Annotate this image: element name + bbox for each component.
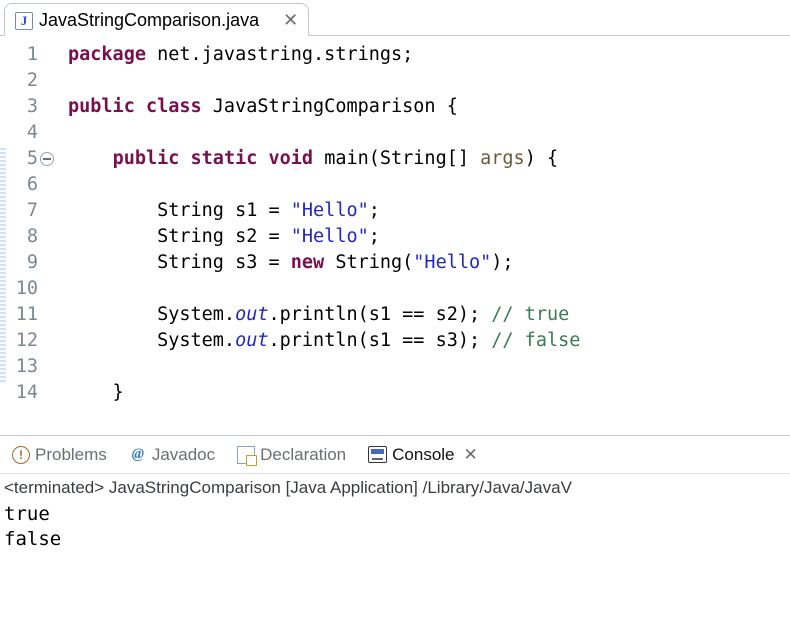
fold-toggle-icon[interactable] [40,152,54,166]
code-line[interactable] [68,354,580,380]
declaration-icon [237,446,255,464]
tab-javadoc[interactable]: Javadoc [123,441,221,469]
line-number: 2 [2,68,42,94]
code-line[interactable]: String s1 = "Hello"; [68,198,580,224]
line-number: 5 [2,146,42,172]
line-number: 6 [2,172,42,198]
code-line[interactable] [68,276,580,302]
line-number: 12 [2,328,42,354]
code-line[interactable]: System.out.println(s1 == s3); // false [68,328,580,354]
tab-console[interactable]: Console ✕ [362,441,484,469]
javadoc-icon [129,446,147,464]
line-number: 14 [2,380,42,406]
editor-tab-bar: J JavaStringComparison.java ✕ [0,0,790,36]
code-line[interactable]: } [68,380,580,406]
code-content[interactable]: package net.javastring.strings; public c… [48,36,580,435]
problems-icon [12,446,30,464]
line-number: 1 [2,42,42,68]
tab-problems[interactable]: Problems [6,441,113,469]
java-file-icon: J [15,12,33,30]
close-icon[interactable]: ✕ [283,10,298,31]
line-number: 4 [2,120,42,146]
line-number: 3 [2,94,42,120]
code-line[interactable] [68,68,580,94]
tab-javadoc-label: Javadoc [152,445,215,465]
tab-declaration[interactable]: Declaration [231,441,352,469]
code-line[interactable] [68,120,580,146]
views-tab-bar: Problems Javadoc Declaration Console ✕ [0,436,790,474]
code-line[interactable]: String s2 = "Hello"; [68,224,580,250]
line-number: 13 [2,354,42,380]
code-line[interactable]: public class JavaStringComparison { [68,94,580,120]
line-number: 7 [2,198,42,224]
editor-tab-filename: JavaStringComparison.java [39,10,259,31]
line-number-gutter: 1234567891011121314 [0,36,48,435]
code-line[interactable]: System.out.println(s1 == s2); // true [68,302,580,328]
code-line[interactable] [68,172,580,198]
code-line[interactable]: public static void main(String[] args) { [68,146,580,172]
editor-tab-active[interactable]: J JavaStringComparison.java ✕ [4,3,309,36]
console-view: <terminated> JavaStringComparison [Java … [0,474,790,556]
line-number: 11 [2,302,42,328]
line-number: 8 [2,224,42,250]
tab-console-label: Console [392,445,454,465]
close-icon[interactable]: ✕ [464,445,478,465]
tab-declaration-label: Declaration [260,445,346,465]
code-editor[interactable]: 1234567891011121314 package net.javastri… [0,36,790,436]
console-icon [368,446,387,463]
line-number: 10 [2,276,42,302]
console-output[interactable]: true false [4,498,786,552]
console-status-line: <terminated> JavaStringComparison [Java … [4,478,786,498]
code-line[interactable]: String s3 = new String("Hello"); [68,250,580,276]
line-number: 9 [2,250,42,276]
tab-problems-label: Problems [35,445,107,465]
code-line[interactable]: package net.javastring.strings; [68,42,580,68]
